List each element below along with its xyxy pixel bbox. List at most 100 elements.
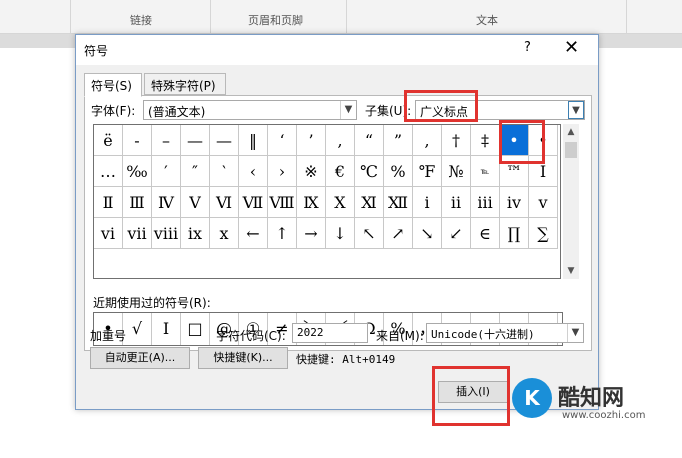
symbol-cell[interactable]: ⅲ [471, 187, 500, 218]
symbol-cell[interactable]: ‵ [210, 156, 239, 187]
symbol-cell[interactable]: ‡ [471, 125, 500, 156]
symbol-cell[interactable]: ↓ [326, 218, 355, 249]
symbol-cell[interactable]: ℃ [355, 156, 384, 187]
font-label: 字体(F): [91, 104, 136, 118]
symbol-cell[interactable]: ∏ [500, 218, 529, 249]
symbol-cell[interactable]: ∑ [529, 218, 558, 249]
symbol-cell[interactable]: Ⅷ [268, 187, 297, 218]
symbol-cell[interactable]: ‖ [239, 125, 268, 156]
ribbon-group-header-footer[interactable]: 页眉和页脚 [248, 12, 303, 28]
symbol-cell[interactable]: … [94, 156, 123, 187]
autocorrect-button[interactable]: 自动更正(A)... [90, 347, 190, 369]
symbol-cell[interactable]: ′ [152, 156, 181, 187]
tab-special-characters[interactable]: 特殊字符(P) [144, 73, 226, 95]
symbol-cell[interactable]: – [152, 125, 181, 156]
symbol-cell[interactable]: Ⅱ [94, 187, 123, 218]
symbol-cell[interactable]: Ⅳ [152, 187, 181, 218]
ribbon: 链接 页眉和页脚 文本 [0, 0, 682, 34]
symbol-cell[interactable]: ℡ [471, 156, 500, 187]
scroll-up-icon[interactable]: ▲ [563, 124, 579, 140]
from-select-value: Unicode(十六进制) [431, 328, 535, 341]
symbol-cell[interactable]: ⅹ [210, 218, 239, 249]
symbol-cell[interactable]: › [268, 156, 297, 187]
symbol-cell[interactable]: ’ [297, 125, 326, 156]
from-select[interactable]: Unicode(十六进制) ▼ [426, 323, 584, 343]
scrollbar-thumb[interactable] [565, 142, 577, 158]
symbol-cell[interactable]: Ⅻ [384, 187, 413, 218]
symbol-cell[interactable]: - [123, 125, 152, 156]
ribbon-group-links[interactable]: 链接 [130, 12, 152, 28]
symbol-cell[interactable]: ⅵ [94, 218, 123, 249]
insert-button[interactable]: 插入(I) [438, 381, 508, 403]
symbol-cell[interactable]: ⅷ [152, 218, 181, 249]
symbol-cell[interactable]: ë [94, 125, 123, 156]
shortcut-key-button[interactable]: 快捷键(K)... [198, 347, 288, 369]
symbols-panel: 字体(F): (普通文本) ▼ 子集(U): 广义标点 ▼ ë - – — — ‖ ‘’, “… [84, 95, 592, 351]
subset-select[interactable]: 广义标点 ▼ [415, 100, 585, 120]
symbol-cell[interactable]: % [384, 156, 413, 187]
symbol-cell[interactable]: Ⅰ [529, 156, 558, 187]
symbol-cell[interactable]: ∈ [471, 218, 500, 249]
symbol-cell[interactable]: ™ [500, 156, 529, 187]
symbol-cell[interactable]: Ⅺ [355, 187, 384, 218]
char-code-label: 字符代码(C): [216, 329, 286, 343]
symbol-cell[interactable]: ‹ [239, 156, 268, 187]
symbol-cell[interactable]: ⅰ [413, 187, 442, 218]
symbol-cell[interactable]: ‰ [123, 156, 152, 187]
symbol-cell[interactable]: ※ [297, 156, 326, 187]
help-button[interactable]: ? [524, 40, 531, 55]
recent-symbol-cell[interactable]: √ [123, 313, 152, 345]
symbol-cell[interactable]: — [181, 125, 210, 156]
symbol-cell[interactable]: ‘ [268, 125, 297, 156]
symbol-cell[interactable]: “ [355, 125, 384, 156]
symbol-cell[interactable]: → [297, 218, 326, 249]
recent-symbol-cell[interactable]: □ [181, 313, 210, 345]
symbol-cell[interactable]: — [210, 125, 239, 156]
ribbon-group-text[interactable]: 文本 [476, 12, 498, 28]
symbol-grid-scrollbar[interactable]: ▲ ▼ [563, 124, 579, 279]
recent-symbol-cell[interactable]: Ⅰ [152, 313, 181, 345]
symbol-cell[interactable]: ↗ [384, 218, 413, 249]
symbol-cell[interactable]: ⅳ [500, 187, 529, 218]
symbol-cell[interactable]: ← [239, 218, 268, 249]
symbol-cell[interactable]: Ⅲ [123, 187, 152, 218]
symbol-cell[interactable]: Ⅴ [181, 187, 210, 218]
symbol-cell[interactable]: , [326, 125, 355, 156]
symbol-cell[interactable]: Ⅹ [326, 187, 355, 218]
symbol-cell[interactable]: № [442, 156, 471, 187]
dialog-titlebar[interactable]: 符号 ? ✕ [76, 35, 598, 65]
tab-symbols[interactable]: 符号(S) [84, 73, 142, 97]
symbol-cell[interactable]: ” [384, 125, 413, 156]
symbol-cell[interactable]: Ⅸ [297, 187, 326, 218]
chevron-down-icon[interactable]: ▼ [340, 101, 356, 119]
symbol-cell[interactable]: ℉ [413, 156, 442, 187]
symbol-cell[interactable]: ⅶ [123, 218, 152, 249]
symbol-cell[interactable]: ↙ [442, 218, 471, 249]
symbol-cell[interactable]: , [413, 125, 442, 156]
symbol-cell[interactable]: ⅱ [442, 187, 471, 218]
symbol-cell[interactable]: ⅸ [181, 218, 210, 249]
font-select-value: (普通文本) [148, 105, 206, 119]
symbol-cell[interactable]: † [442, 125, 471, 156]
symbol-cell[interactable]: ″ [181, 156, 210, 187]
symbol-cell[interactable]: ↘ [413, 218, 442, 249]
symbol-cell[interactable]: Ⅵ [210, 187, 239, 218]
symbol-cell[interactable]: • [529, 125, 558, 156]
close-button[interactable]: ✕ [564, 37, 579, 58]
chevron-down-icon[interactable]: ▼ [568, 101, 584, 119]
symbol-cell[interactable]: ↖ [355, 218, 384, 249]
symbol-cell[interactable]: ↑ [268, 218, 297, 249]
site-logo-icon: K [512, 378, 552, 418]
symbol-cell[interactable]: € [326, 156, 355, 187]
symbol-cell[interactable]: Ⅶ [239, 187, 268, 218]
ribbon-separator [70, 0, 71, 34]
symbol-cell[interactable]: • [500, 125, 529, 156]
symbol-grid: ë - – — — ‖ ‘’, “”, † ‡ • •… ‰ ′ ″ ‵ ‹ › ※ € ℃% ℉ № ℡ ™ Ⅰ Ⅱ Ⅲ Ⅳ Ⅴ Ⅵ Ⅶ Ⅷ Ⅸ… [93, 124, 561, 279]
chevron-down-icon[interactable]: ▼ [567, 324, 583, 342]
font-select[interactable]: (普通文本) ▼ [143, 100, 357, 120]
symbol-cell[interactable]: ⅴ [529, 187, 558, 218]
scroll-down-icon[interactable]: ▼ [563, 263, 579, 279]
recent-symbols-label: 近期使用过的符号(R): [93, 296, 211, 310]
character-name: 加重号 [90, 329, 127, 343]
char-code-input[interactable]: 2022 [292, 323, 368, 343]
